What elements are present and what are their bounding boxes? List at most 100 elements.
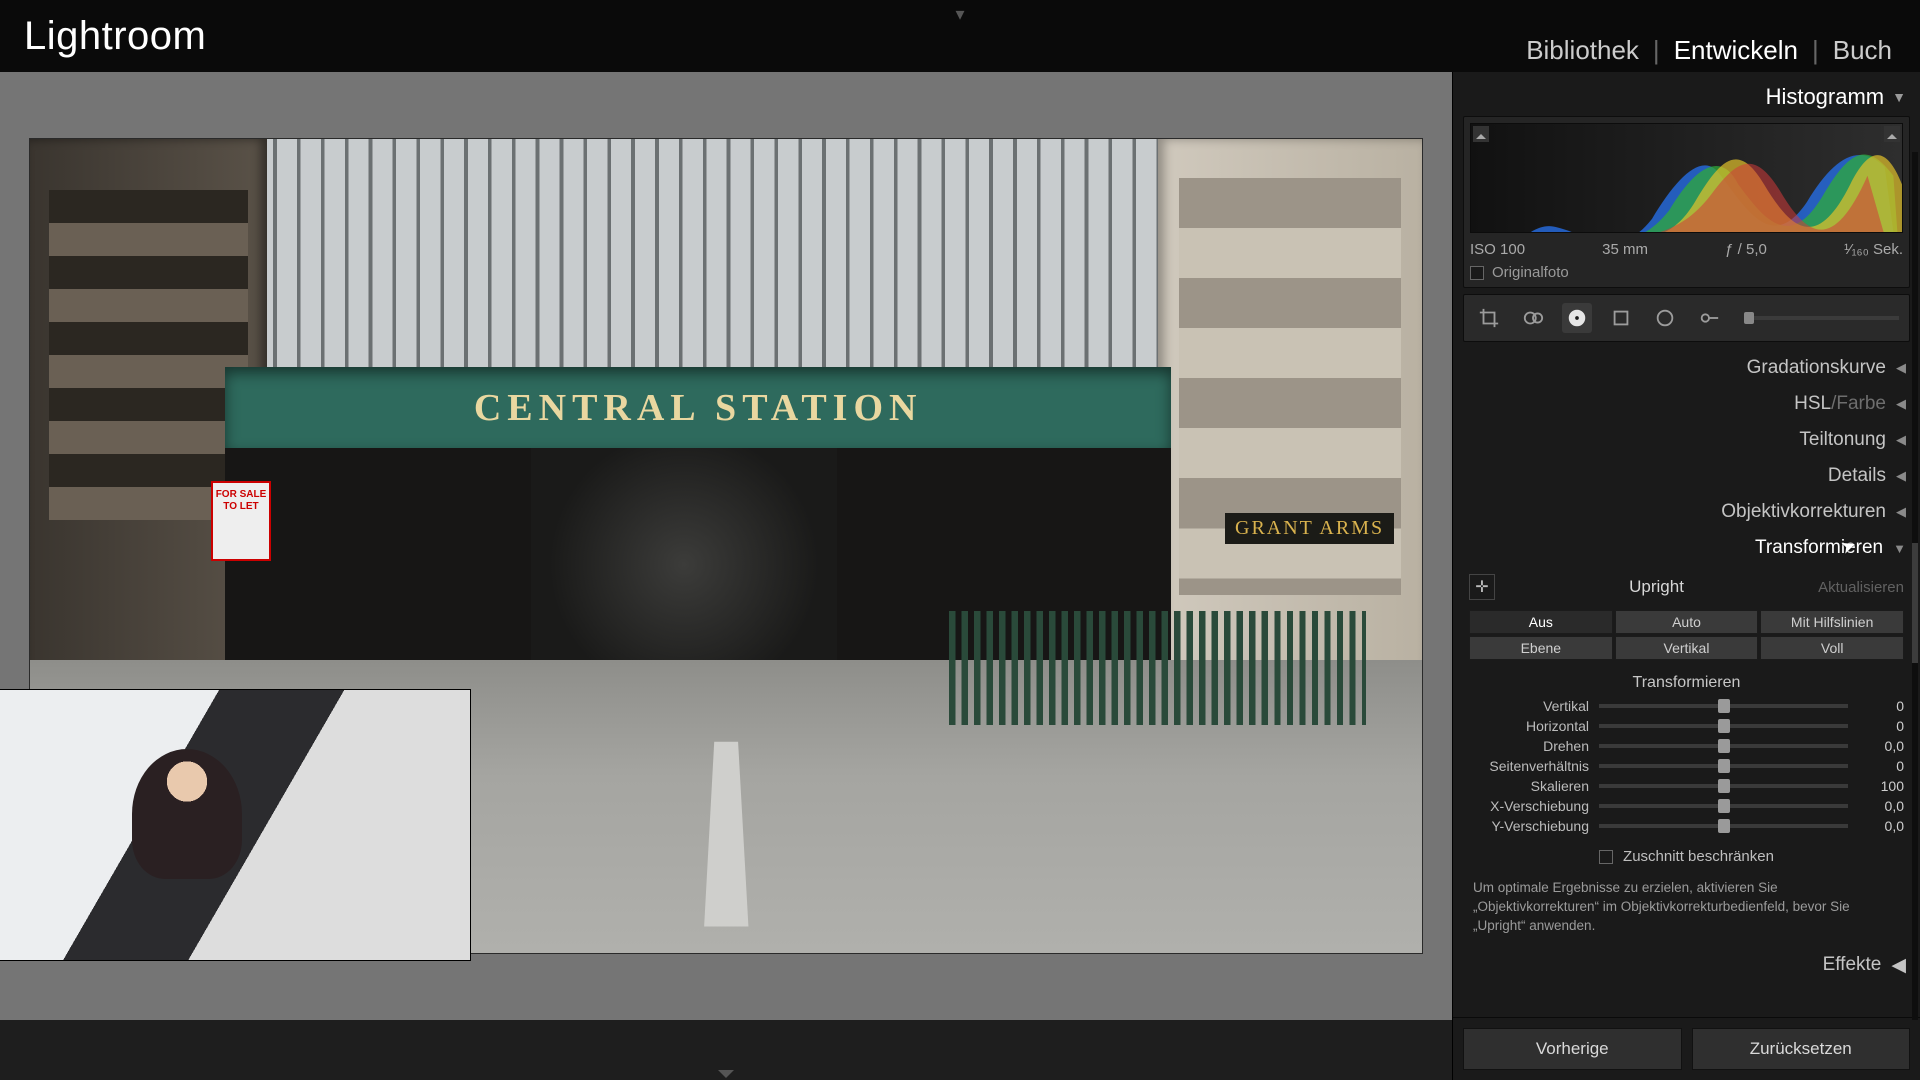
meta-aperture: ƒ / 5,0 bbox=[1725, 241, 1767, 258]
upright-mode-level[interactable]: Ebene bbox=[1469, 636, 1613, 660]
slider-value[interactable]: 0,0 bbox=[1858, 818, 1904, 834]
redeye-tool[interactable] bbox=[1562, 303, 1592, 333]
upright-mode-auto[interactable]: Auto bbox=[1615, 610, 1759, 634]
module-library[interactable]: Bibliothek bbox=[1526, 35, 1639, 66]
guided-upright-tool[interactable]: ✛ bbox=[1469, 574, 1495, 600]
slider-knob[interactable] bbox=[1718, 699, 1730, 713]
adjustment-brush-tool[interactable] bbox=[1694, 303, 1724, 333]
constrain-crop-label: Zuschnitt beschränken bbox=[1623, 848, 1774, 865]
transform-slider-drehen[interactable]: Drehen 0,0 bbox=[1469, 738, 1904, 754]
triangle-left-icon: ◀ bbox=[1896, 360, 1906, 376]
slider-knob[interactable] bbox=[1718, 739, 1730, 753]
slider-label: Skalieren bbox=[1469, 778, 1589, 794]
slider-track[interactable] bbox=[1599, 824, 1848, 828]
triangle-left-icon: ◀ bbox=[1896, 432, 1906, 448]
slider-knob[interactable] bbox=[1718, 759, 1730, 773]
slider-value[interactable]: 0,0 bbox=[1858, 798, 1904, 814]
constrain-crop-checkbox[interactable] bbox=[1599, 850, 1613, 864]
slider-label: Drehen bbox=[1469, 738, 1589, 754]
module-picker-bar: ▾ Lightroom Bibliothek | Entwickeln | Bu… bbox=[0, 0, 1920, 72]
panel-header-tone-curve[interactable]: Gradationskurve◀ bbox=[1463, 350, 1910, 386]
meta-iso: ISO 100 bbox=[1470, 241, 1525, 258]
transform-slider-seitenverhältnis[interactable]: Seitenverhältnis 0 bbox=[1469, 758, 1904, 774]
local-adjustment-toolstrip bbox=[1463, 294, 1910, 342]
photo-text-forsale: FOR SALE TO LET bbox=[211, 481, 271, 561]
panel-header-histogram[interactable]: Histogramm ▼ bbox=[1463, 78, 1910, 116]
photo-text-marquee: CENTRAL STATION bbox=[225, 367, 1172, 448]
panel-header-split-toning[interactable]: Teiltonung◀ bbox=[1463, 422, 1910, 458]
slider-label: X-Verschiebung bbox=[1469, 798, 1589, 814]
slider-track[interactable] bbox=[1599, 704, 1848, 708]
slider-knob[interactable] bbox=[1718, 799, 1730, 813]
slider-track[interactable] bbox=[1599, 744, 1848, 748]
module-separator: | bbox=[1653, 35, 1660, 66]
slider-label: Y-Verschiebung bbox=[1469, 818, 1589, 834]
slider-track[interactable] bbox=[1599, 804, 1848, 808]
spot-removal-tool[interactable] bbox=[1518, 303, 1548, 333]
panel-expand-chevron[interactable]: ▾ bbox=[955, 4, 964, 25]
original-photo-checkbox[interactable] bbox=[1470, 266, 1484, 280]
transform-panel-body: ✛ Upright Aktualisieren Aus Auto Mit Hil… bbox=[1463, 566, 1910, 948]
slider-label: Seitenverhältnis bbox=[1469, 758, 1589, 774]
reset-button[interactable]: Zurücksetzen bbox=[1692, 1028, 1911, 1070]
develop-right-panel: Histogramm ▼ IS bbox=[1452, 72, 1920, 1080]
panel-header-lens-corrections[interactable]: Objektivkorrekturen◀ bbox=[1463, 494, 1910, 530]
transform-slider-vertikal[interactable]: Vertikal 0 bbox=[1469, 698, 1904, 714]
upright-mode-off[interactable]: Aus bbox=[1469, 610, 1613, 634]
upright-mode-full[interactable]: Voll bbox=[1760, 636, 1904, 660]
presenter-webcam-overlay bbox=[0, 690, 470, 960]
toolstrip-amount-slider[interactable] bbox=[1744, 316, 1899, 320]
radial-filter-tool[interactable] bbox=[1650, 303, 1680, 333]
triangle-down-icon: ▼ bbox=[1893, 541, 1906, 556]
transform-slider-horizontal[interactable]: Horizontal 0 bbox=[1469, 718, 1904, 734]
module-develop[interactable]: Entwickeln bbox=[1674, 35, 1798, 66]
panel-scrollbar[interactable] bbox=[1912, 152, 1918, 1020]
slider-value[interactable]: 0 bbox=[1858, 758, 1904, 774]
panel-header-transform[interactable]: Transformieren ▼ ➤ bbox=[1463, 530, 1910, 566]
app-logo: Lightroom bbox=[24, 14, 206, 59]
slider-track[interactable] bbox=[1599, 724, 1848, 728]
slider-track[interactable] bbox=[1599, 764, 1848, 768]
graduated-filter-tool[interactable] bbox=[1606, 303, 1636, 333]
triangle-down-icon: ▼ bbox=[1892, 89, 1906, 105]
meta-shutter: ¹⁄₁₆₀ Sek. bbox=[1844, 241, 1903, 258]
upright-refresh-button[interactable]: Aktualisieren bbox=[1818, 579, 1904, 596]
photo-text-pub: GRANT ARMS bbox=[1225, 513, 1394, 544]
original-photo-label: Originalfoto bbox=[1492, 264, 1569, 281]
upright-label: Upright bbox=[1629, 577, 1684, 597]
panel-header-hsl[interactable]: HSL/Farbe◀ bbox=[1463, 386, 1910, 422]
module-book[interactable]: Buch bbox=[1833, 35, 1892, 66]
slider-label: Vertikal bbox=[1469, 698, 1589, 714]
transform-slider-x-verschiebung[interactable]: X-Verschiebung 0,0 bbox=[1469, 798, 1904, 814]
panel-title-histogram: Histogramm bbox=[1766, 84, 1885, 110]
transform-slider-skalieren[interactable]: Skalieren 100 bbox=[1469, 778, 1904, 794]
slider-knob[interactable] bbox=[1718, 779, 1730, 793]
panel-header-effects[interactable]: Effekte◀ bbox=[1463, 948, 1910, 977]
crop-tool[interactable] bbox=[1474, 303, 1504, 333]
triangle-left-icon: ◀ bbox=[1896, 504, 1906, 520]
histogram-box: ISO 100 35 mm ƒ / 5,0 ¹⁄₁₆₀ Sek. Origina… bbox=[1463, 116, 1910, 288]
slider-value[interactable]: 100 bbox=[1858, 778, 1904, 794]
transform-section-label: Transformieren bbox=[1469, 674, 1904, 692]
triangle-left-icon: ◀ bbox=[1896, 396, 1906, 412]
histogram-canvas[interactable] bbox=[1470, 123, 1903, 233]
panel-header-details[interactable]: Details◀ bbox=[1463, 458, 1910, 494]
slider-knob[interactable] bbox=[1718, 719, 1730, 733]
slider-label: Horizontal bbox=[1469, 718, 1589, 734]
upright-mode-guided[interactable]: Mit Hilfslinien bbox=[1760, 610, 1904, 634]
upright-mode-vertical[interactable]: Vertikal bbox=[1615, 636, 1759, 660]
transform-hint-text: Um optimale Ergebnisse zu erzielen, akti… bbox=[1469, 879, 1904, 936]
loupe-viewport[interactable]: CENTRAL STATION GRANT ARMS FOR SALE TO L… bbox=[0, 72, 1452, 1020]
module-separator: | bbox=[1812, 35, 1819, 66]
transform-slider-y-verschiebung[interactable]: Y-Verschiebung 0,0 bbox=[1469, 818, 1904, 834]
slider-value[interactable]: 0,0 bbox=[1858, 738, 1904, 754]
slider-value[interactable]: 0 bbox=[1858, 718, 1904, 734]
slider-knob[interactable] bbox=[1718, 819, 1730, 833]
slider-value[interactable]: 0 bbox=[1858, 698, 1904, 714]
triangle-left-icon: ◀ bbox=[1896, 468, 1906, 484]
previous-button[interactable]: Vorherige bbox=[1463, 1028, 1682, 1070]
slider-track[interactable] bbox=[1599, 784, 1848, 788]
triangle-left-icon: ◀ bbox=[1891, 954, 1906, 977]
meta-focal: 35 mm bbox=[1602, 241, 1648, 258]
filmstrip-collapsed[interactable] bbox=[0, 1020, 1452, 1080]
